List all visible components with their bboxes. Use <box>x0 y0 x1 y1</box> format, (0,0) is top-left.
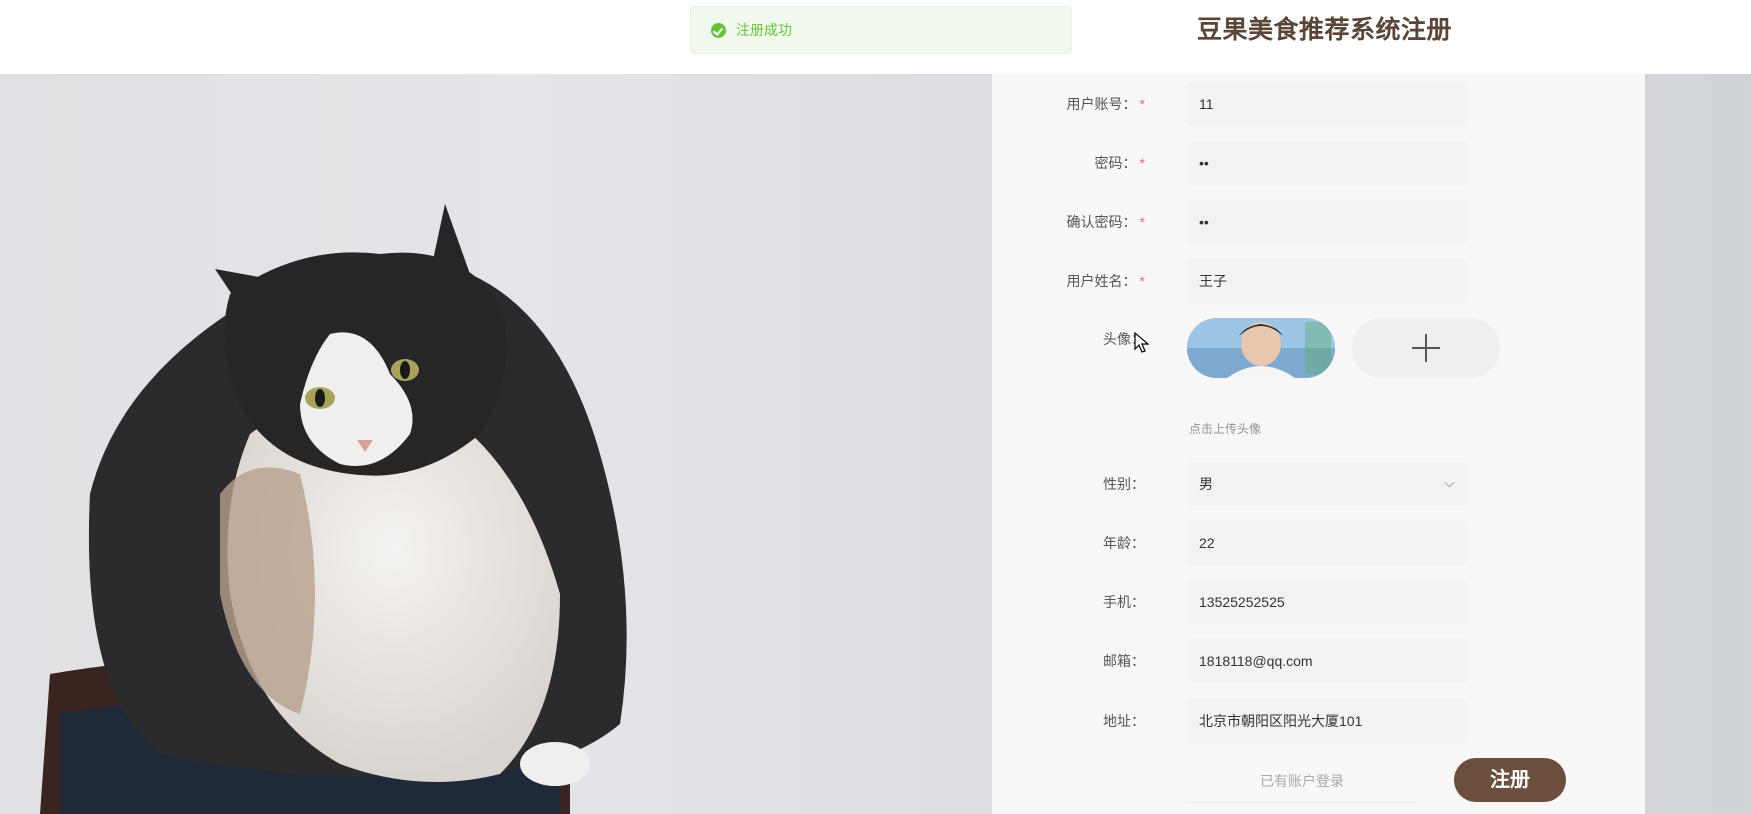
age-row: 年龄： 22 <box>992 521 1645 565</box>
plus-icon-stroke <box>1425 334 1427 362</box>
success-toast: 注册成功 <box>690 6 1072 54</box>
required-mark: * <box>1139 214 1145 230</box>
email-label: 邮箱： <box>1103 653 1145 669</box>
avatar-image <box>1187 318 1335 378</box>
chevron-down-icon <box>1444 477 1455 488</box>
age-label: 年龄： <box>1103 535 1145 551</box>
phone-row: 手机： 13525252525 <box>992 580 1645 624</box>
avatar-upload-hint: 点击上传头像 <box>1189 422 1262 436</box>
address-row: 地址： 北京市朝阳区阳光大厦101 <box>992 699 1645 743</box>
avatar-upload-button[interactable] <box>1352 318 1500 378</box>
required-mark: * <box>1139 96 1145 112</box>
name-label: 用户姓名： * <box>1066 273 1145 289</box>
account-label: 用户账号： * <box>1066 96 1145 112</box>
phone-label: 手机： <box>1103 594 1145 610</box>
cat-photo <box>40 204 627 814</box>
password-input[interactable]: •• <box>1187 141 1467 185</box>
confirm-password-label: 确认密码： * <box>1066 214 1145 230</box>
age-input[interactable]: 22 <box>1187 521 1467 565</box>
page-title: 豆果美食推荐系统注册 <box>1197 16 1453 44</box>
account-input[interactable]: 11 <box>1187 82 1467 126</box>
phone-input[interactable]: 13525252525 <box>1187 580 1467 624</box>
register-form: 用户账号： * 11 密码： * •• 确认密码： * •• 用户姓名： * 王子 头像… <box>992 74 1645 814</box>
name-input[interactable]: 王子 <box>1187 259 1467 303</box>
avatar-preview[interactable] <box>1187 318 1335 378</box>
required-mark: * <box>1139 273 1145 289</box>
confirm-password-row: 确认密码： * •• <box>992 200 1645 244</box>
password-row: 密码： * •• <box>992 141 1645 185</box>
address-label: 地址： <box>1103 713 1145 729</box>
address-input[interactable]: 北京市朝阳区阳光大厦101 <box>1187 699 1467 743</box>
email-input[interactable]: 1818118@qq.com <box>1187 639 1467 683</box>
gender-label: 性别： <box>1103 476 1145 492</box>
gender-value: 男 <box>1199 476 1213 492</box>
email-row: 邮箱： 1818118@qq.com <box>992 639 1645 683</box>
gender-row: 性别： 男 <box>992 462 1645 506</box>
login-link[interactable]: 已有账户登录 <box>1187 759 1417 803</box>
required-mark: * <box>1139 155 1145 171</box>
toast-message: 注册成功 <box>736 22 792 38</box>
name-row: 用户姓名： * 王子 <box>992 259 1645 303</box>
check-circle-icon <box>711 22 726 38</box>
account-row: 用户账号： * 11 <box>992 82 1645 126</box>
register-button[interactable]: 注册 <box>1454 758 1566 802</box>
gender-select[interactable]: 男 <box>1187 462 1467 506</box>
mouse-cursor-icon <box>1134 332 1150 353</box>
password-label: 密码： * <box>1094 155 1145 171</box>
confirm-password-input[interactable]: •• <box>1187 200 1467 244</box>
